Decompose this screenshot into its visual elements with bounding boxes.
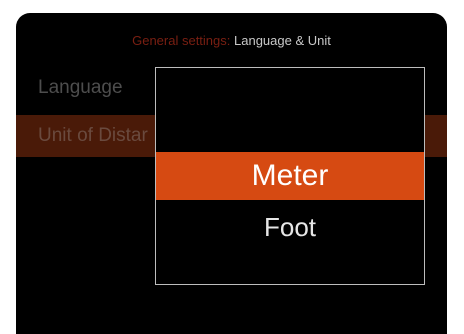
device-screen: General settings: Language & Unit Langua…: [16, 13, 447, 334]
page: General settings: Language & Unit Langua…: [0, 0, 464, 334]
option-meter[interactable]: Meter: [156, 152, 424, 200]
setting-language-label: Language: [38, 77, 123, 98]
unit-picker-popup: Meter Foot: [155, 67, 425, 285]
breadcrumb-current: Language & Unit: [234, 33, 331, 48]
setting-unit-of-distance-label: Unit of Distar: [38, 125, 148, 146]
breadcrumb-parent: General settings:: [132, 33, 231, 48]
option-foot[interactable]: Foot: [156, 206, 424, 248]
breadcrumb: General settings: Language & Unit: [16, 33, 447, 48]
